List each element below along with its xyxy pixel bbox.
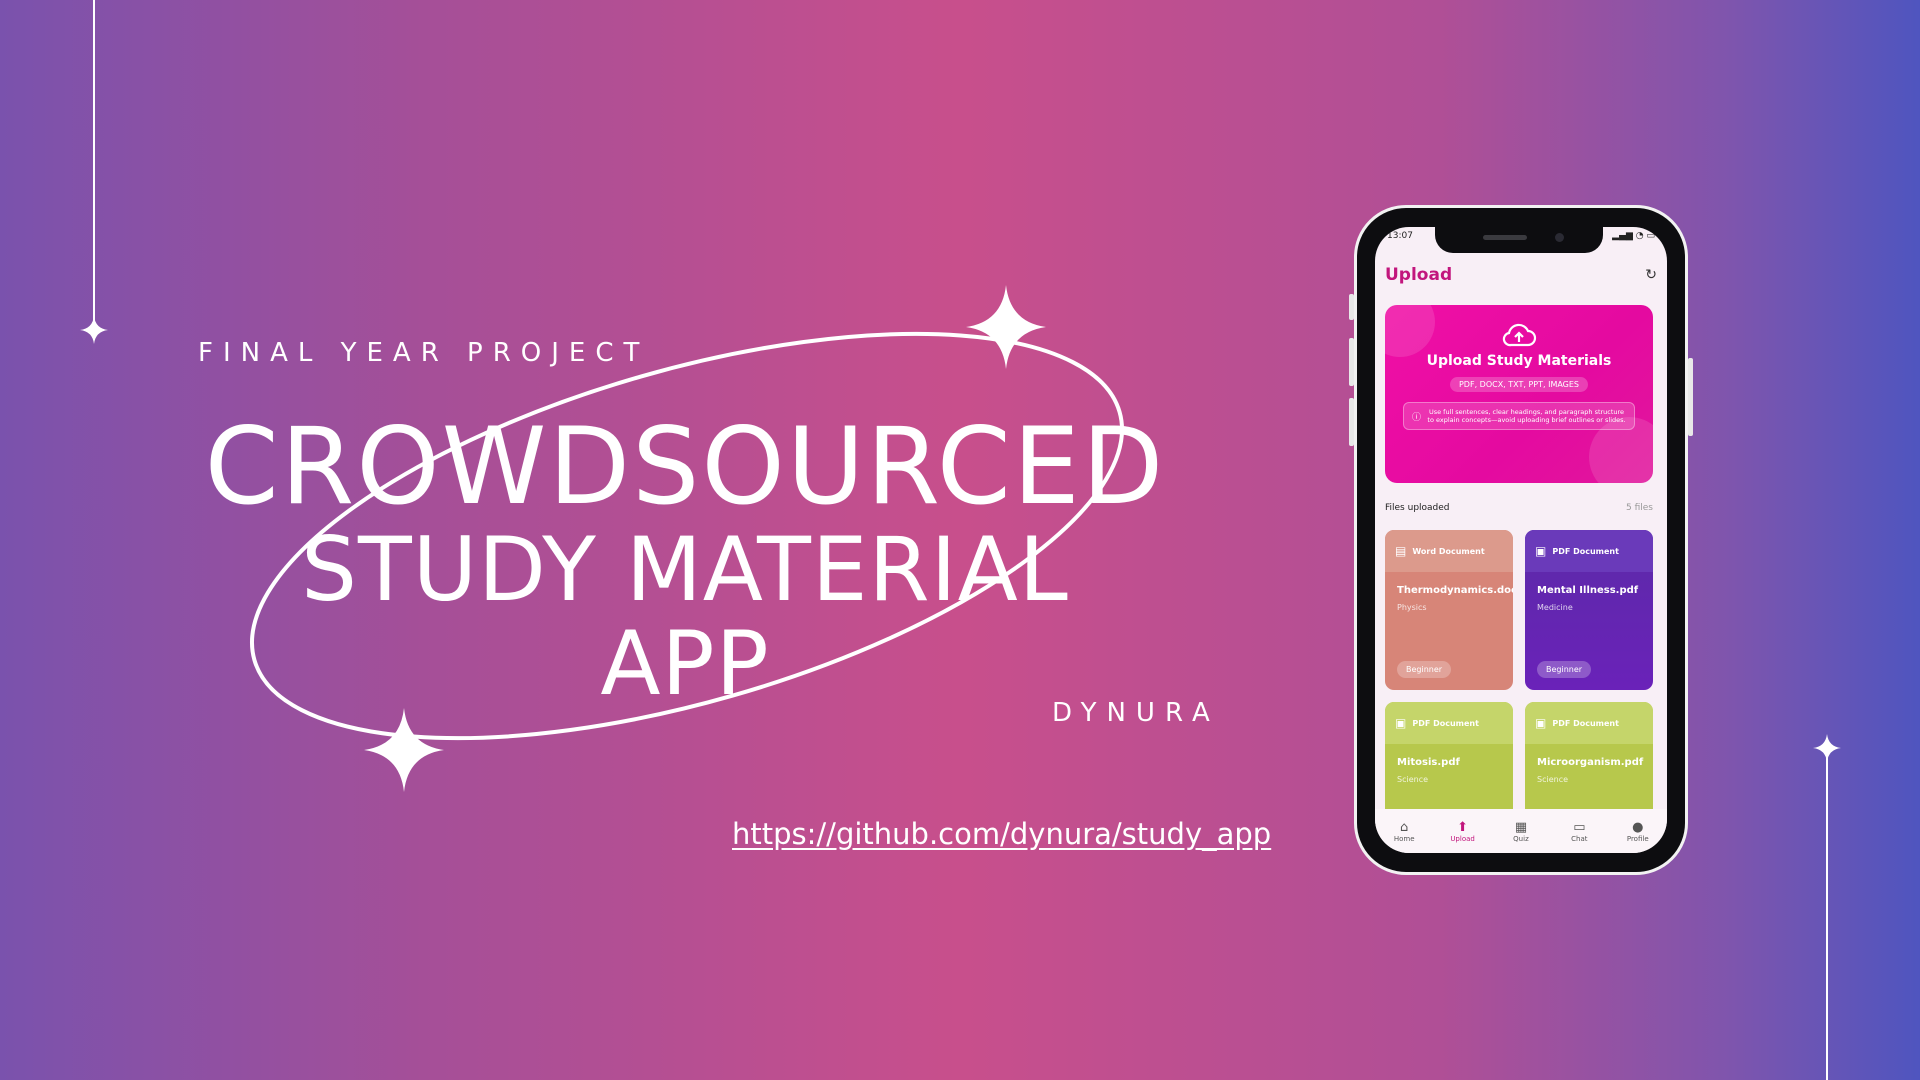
pdf-icon: ▣ — [1535, 544, 1547, 558]
page-title: Upload — [1385, 265, 1453, 285]
project-kicker: FINAL YEAR PROJECT — [198, 338, 650, 368]
speaker-grille — [1483, 235, 1527, 240]
profile-icon: ● — [1632, 819, 1644, 835]
nav-label: Quiz — [1513, 834, 1529, 843]
file-card-header: ▣ PDF Document — [1525, 702, 1653, 744]
phone-side-button — [1349, 398, 1354, 446]
files-count: 5 files — [1626, 503, 1653, 513]
sparkle-icon — [80, 316, 108, 344]
upload-tip-text: Use full sentences, clear headings, and … — [1427, 408, 1626, 424]
decor-bubble — [1385, 305, 1435, 357]
bottom-nav: ⌂ Home ⬆ Upload ▦ Quiz ▭ Chat ● Profile — [1375, 809, 1667, 853]
nav-label: Home — [1393, 834, 1415, 843]
nav-item-home[interactable]: ⌂ Home — [1380, 820, 1428, 843]
level-badge: Beginner — [1537, 661, 1592, 678]
camera-icon — [1555, 233, 1564, 242]
status-icons: ▂▄▆ ◔ ▭ — [1612, 231, 1655, 241]
file-card[interactable]: ▤ Word Document Thermodynamics.docx Physi… — [1385, 530, 1513, 690]
decor-line-left — [93, 0, 95, 330]
file-types-badge: PDF, DOCX, TXT, PPT, IMAGES — [1449, 377, 1589, 392]
pdf-icon: ▣ — [1535, 716, 1547, 730]
sparkle-icon — [966, 285, 1046, 369]
title-line-1: CROWDSOURCED — [204, 405, 1166, 528]
sparkle-icon — [1813, 734, 1841, 762]
chat-icon: ▭ — [1573, 819, 1586, 835]
files-header: Files uploaded 5 files — [1385, 503, 1653, 513]
file-name: Microorganism.pdf — [1537, 757, 1644, 768]
file-type: Word Document — [1412, 546, 1485, 556]
file-subject: Science — [1397, 775, 1429, 784]
file-name: Mitosis.pdf — [1397, 757, 1460, 768]
decor-line-right — [1826, 748, 1828, 1080]
nav-label: Profile — [1626, 834, 1649, 843]
nav-item-upload[interactable]: ⬆ Upload — [1439, 820, 1487, 843]
nav-label: Upload — [1450, 834, 1475, 843]
upload-tip: ⓘ Use full sentences, clear headings, an… — [1403, 402, 1635, 430]
document-icon: ▤ — [1395, 544, 1407, 558]
file-subject: Science — [1537, 775, 1569, 784]
file-name: Mental Illness.pdf — [1537, 585, 1639, 596]
refresh-icon[interactable]: ↻ — [1645, 267, 1657, 283]
file-card[interactable]: ▣ PDF Document Mental Illness.pdf Medicin… — [1525, 530, 1653, 690]
author-name: DYNURA — [1052, 698, 1220, 728]
nav-item-profile[interactable]: ● Profile — [1614, 820, 1662, 843]
file-card-header: ▤ Word Document — [1385, 530, 1513, 572]
file-type: PDF Document — [1552, 718, 1619, 728]
level-badge: Beginner — [1397, 661, 1452, 678]
file-type: PDF Document — [1552, 546, 1619, 556]
file-type: PDF Document — [1412, 718, 1479, 728]
repo-link[interactable]: https://github.com/dynura/study_app — [732, 817, 1271, 851]
file-name: Thermodynamics.docx — [1397, 585, 1513, 596]
info-icon: ⓘ — [1412, 412, 1422, 423]
nav-item-chat[interactable]: ▭ Chat — [1555, 820, 1603, 843]
nav-label: Chat — [1571, 834, 1588, 843]
title-line-2: STUDY MATERIAL — [301, 518, 1069, 621]
phone-notch — [1435, 227, 1603, 253]
phone-side-button — [1349, 294, 1354, 320]
phone-side-button — [1688, 358, 1693, 436]
phone-mockup: 13:07 ▂▄▆ ◔ ▭ Upload ↻ Upload Study Mate… — [1349, 205, 1693, 875]
file-card-header: ▣ PDF Document — [1385, 702, 1513, 744]
file-subject: Medicine — [1537, 603, 1573, 612]
quiz-icon: ▦ — [1514, 819, 1528, 835]
file-card-header: ▣ PDF Document — [1525, 530, 1653, 572]
app-screen: 13:07 ▂▄▆ ◔ ▭ Upload ↻ Upload Study Mate… — [1375, 227, 1667, 853]
home-icon: ⌂ — [1400, 819, 1409, 835]
app-header: Upload ↻ — [1385, 265, 1657, 285]
status-time: 13:07 — [1387, 231, 1413, 241]
file-subject: Physics — [1397, 603, 1427, 612]
upload-icon: ⬆ — [1457, 819, 1469, 835]
pdf-icon: ▣ — [1395, 716, 1407, 730]
files-label: Files uploaded — [1385, 503, 1450, 513]
sparkle-icon — [364, 708, 444, 792]
upload-title: Upload Study Materials — [1426, 353, 1612, 369]
upload-card[interactable]: Upload Study Materials PDF, DOCX, TXT, P… — [1385, 305, 1653, 483]
phone-side-button — [1349, 338, 1354, 386]
nav-item-quiz[interactable]: ▦ Quiz — [1497, 820, 1545, 843]
